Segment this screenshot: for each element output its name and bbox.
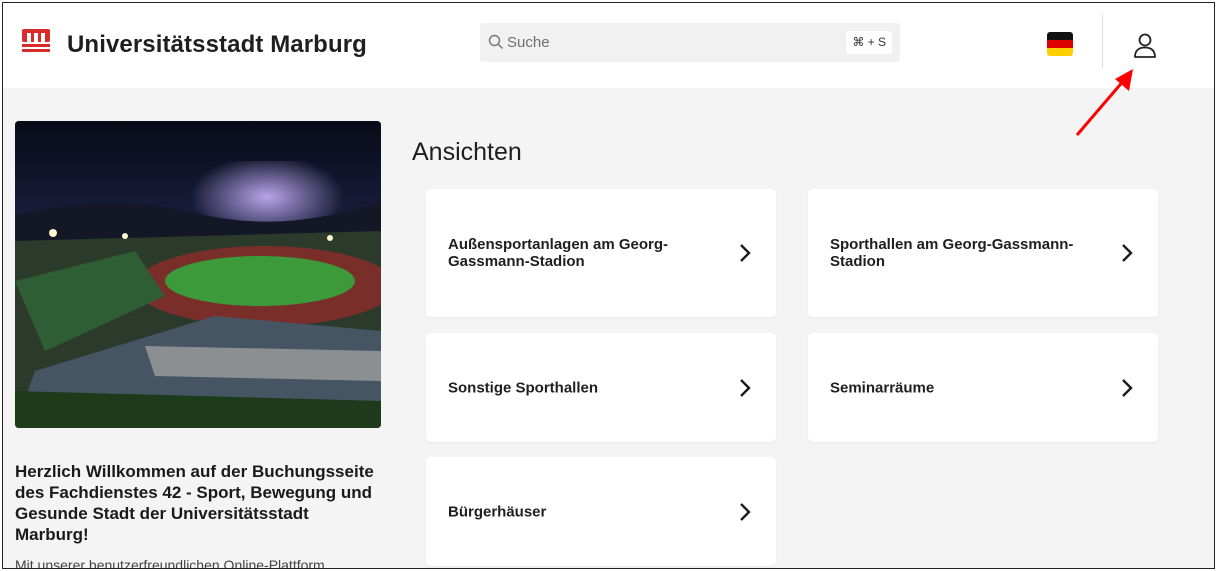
welcome-heading: Herzlich Willkommen auf der Buchungsseit… [15, 462, 374, 544]
view-card-sonstige-sporthallen[interactable]: Sonstige Sporthallen [426, 333, 776, 442]
chevron-right-icon [1122, 244, 1133, 262]
view-card-aussensportanlagen[interactable]: Außensportanlagen am Georg-Gassmann-Stad… [426, 189, 776, 317]
card-label: Bürgerhäuser [448, 503, 547, 520]
header-divider [1102, 13, 1103, 69]
chevron-right-icon [740, 244, 751, 262]
view-card-sporthallen-stadion[interactable]: Sporthallen am Georg-Gassmann-Stadion [808, 189, 1158, 317]
card-label: Außensportanlagen am Georg-Gassmann-Stad… [448, 236, 669, 270]
search-placeholder: Suche [507, 34, 550, 51]
view-card-buergerhaeuser[interactable]: Bürgerhäuser [426, 457, 776, 566]
search-shortcut-badge: ⌘ + S [846, 31, 892, 54]
search-bar[interactable]: Suche ⌘ + S [480, 23, 900, 62]
annotation-arrow-icon [1075, 69, 1133, 136]
germany-flag-icon[interactable] [1047, 32, 1073, 56]
site-header: Universitätsstadt Marburg Suche ⌘ + S [3, 3, 1214, 88]
card-label: Sporthallen am Georg-Gassmann-Stadion [830, 236, 1074, 270]
user-icon[interactable] [1130, 31, 1160, 61]
chevron-right-icon [1122, 378, 1133, 397]
marburg-logo-icon[interactable] [22, 29, 50, 55]
chevron-right-icon [740, 502, 751, 521]
search-icon [488, 34, 503, 49]
view-card-seminarraeume[interactable]: Seminarräume [808, 333, 1158, 442]
section-title: Ansichten [412, 138, 522, 166]
stadium-hero-image [15, 121, 381, 428]
site-title[interactable]: Universitätsstadt Marburg [67, 31, 367, 59]
card-label: Sonstige Sporthallen [448, 379, 599, 396]
welcome-text: Mit unserer benutzerfreundlichen Online-… [15, 557, 325, 569]
chevron-right-icon [740, 378, 751, 397]
card-label: Seminarräume [830, 379, 935, 396]
browser-viewport: Universitätsstadt Marburg Suche ⌘ + S He… [2, 2, 1215, 569]
